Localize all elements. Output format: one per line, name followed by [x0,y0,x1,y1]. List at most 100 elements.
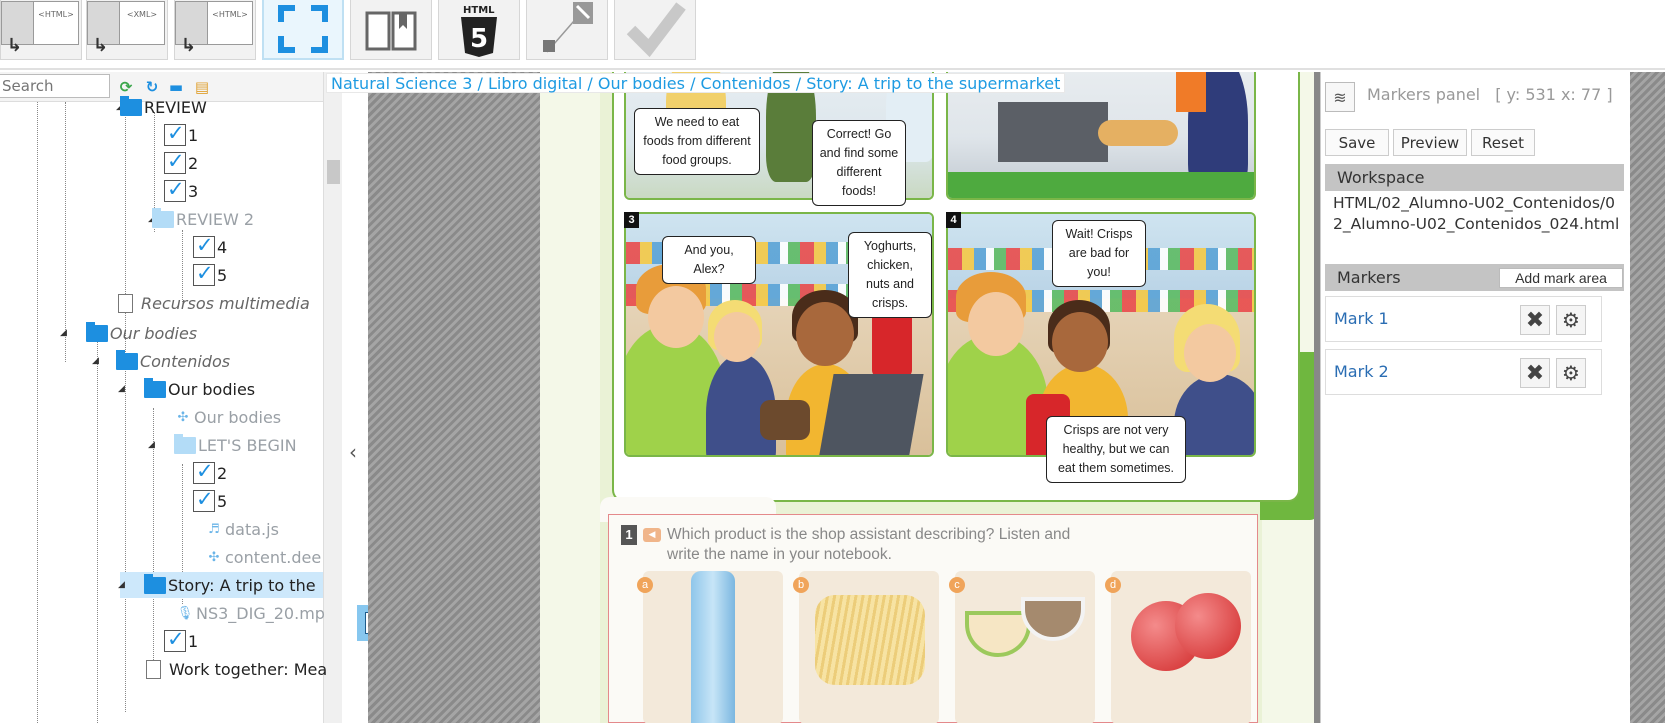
reset-button[interactable]: Reset [1471,129,1535,156]
workspace-path: HTML/02_Alumno-U02_Contenidos/02_Alumno-… [1333,194,1620,233]
html-to-html-button[interactable]: <HTML> ↳ [0,0,82,60]
tree-search-input[interactable] [0,74,110,98]
tree-item-our-bodies-module[interactable]: ✣ Our bodies [174,404,282,430]
checkbox-checked-icon [193,233,215,258]
tree-item-recursos-multimedia[interactable]: Recursos multimedia [118,290,310,316]
speech-bubble: Correct! Go and find some different food… [812,120,906,206]
water-bottle-image [691,571,735,723]
folder-icon [86,321,108,342]
tree-item-review-2[interactable]: ◢REVIEW 2 [148,206,254,232]
tree-item-audio[interactable]: 🎙 NS3_DIG_20.mp [176,600,325,626]
tree-item-2[interactable]: 2 [164,149,198,176]
layers-icon[interactable]: ≋ [1325,82,1355,112]
html-convert-button[interactable]: <HTML> ↳ [174,0,256,60]
pencil-icon [543,1,593,52]
fullscreen-icon [278,5,328,53]
cursor-coordinates: [ y: 531 x: 77 ] [1495,85,1613,104]
book-page: We need to eat foods from different food… [540,72,1314,723]
tree-item-2b[interactable]: 2 [193,459,227,486]
tree-item-1[interactable]: 1 [164,121,198,148]
checkbox-checked-icon [164,121,186,146]
xml-document-icon: <XML> ↳ [87,0,167,59]
book-view-button[interactable] [350,0,432,60]
folder-light-icon [174,433,196,454]
html5-button[interactable]: HTML 5 [438,0,520,60]
markers-panel-title: Markers panel [ y: 531 x: 77 ] [1367,85,1613,104]
markers-heading-text: Markers [1337,268,1401,287]
collapse-tree-icon[interactable]: ‹ [349,440,357,464]
validate-button[interactable] [614,0,696,60]
tree-item-content-dee[interactable]: ✣ content.dee [205,544,322,570]
tree-item-our-bodies[interactable]: ◢ Our bodies [60,320,197,346]
activity-1[interactable]: 1 ◀ Which product is the shop assistant … [608,514,1258,723]
product-option-a[interactable]: a [637,571,783,723]
html-document-icon: <HTML> ↳ [1,0,81,59]
delete-icon[interactable]: ✖ [1520,305,1550,335]
tree-scrollbar[interactable]: ▲ [323,72,342,723]
puzzle-icon: ✣ [208,549,220,565]
panel-number: 3 [624,212,639,228]
checkmark-icon [626,1,686,57]
document-icon [146,659,161,679]
svg-text:HTML: HTML [463,5,495,16]
panel-number: 4 [946,212,961,228]
tree-item-5b[interactable]: 5 [193,487,227,514]
speech-bubble: And you, Alex? [662,236,756,284]
delete-icon[interactable]: ✖ [1520,358,1550,388]
marker-row[interactable]: Mark 1 ✖ ⚙ [1325,296,1602,342]
tree-item-review[interactable]: ◢REVIEW [116,94,207,120]
panel-title-text: Markers panel [1367,85,1481,104]
add-mark-area-button[interactable]: Add mark area [1499,268,1623,288]
page-workspace: We need to eat foods from different food… [368,72,1314,723]
speech-bubble: Yoghurts, chicken, nuts and crisps. [848,232,932,318]
marker-name[interactable]: Mark 1 [1334,309,1389,328]
product-option-b[interactable]: b [793,571,939,723]
tree-item-contenidos[interactable]: ◢ Contenidos [92,348,230,374]
puzzle-icon: ✣ [177,409,189,425]
folder-light-icon [152,207,174,228]
product-option-d[interactable]: d [1105,571,1251,723]
tree-item-our-bodies-folder[interactable]: ◢ Our bodies [118,376,255,402]
fullscreen-button[interactable] [262,0,344,60]
activity-instruction: Which product is the shop assistant desc… [667,526,1071,563]
gear-icon[interactable]: ⚙ [1556,358,1586,388]
option-letter: c [949,577,965,593]
right-margin [1630,72,1665,723]
workspace-heading: Workspace [1325,164,1624,191]
book-icon [365,11,417,50]
tree-item-story-trip[interactable]: ◢ Story: A trip to the [118,572,323,598]
checkbox-checked-icon [164,627,186,652]
edit-button[interactable] [526,0,608,60]
html-convert-icon: <HTML> ↳ [175,0,255,59]
marker-row[interactable]: Mark 2 ✖ ⚙ [1325,349,1602,395]
breadcrumb[interactable]: Natural Science 3 / Libro digital / Our … [326,73,1066,93]
tree-item-3[interactable]: 3 [164,177,198,204]
tree-item-data-js[interactable]: ♬ data.js [205,516,279,542]
content-tree-panel: ⟳ ↻ ▬ ▤ ▲ ◢REVIEW 1 2 3 ◢REVIEW 2 4 5 Re… [0,72,342,723]
checkbox-checked-icon [164,177,186,202]
tree-item-5[interactable]: 5 [193,261,227,288]
folder-icon [144,377,166,398]
xml-to-html-button[interactable]: <XML> ↳ [86,0,168,60]
preview-button[interactable]: Preview [1393,129,1467,156]
tree-item-4[interactable]: 4 [193,233,227,260]
speech-bubble: Wait! Crisps are bad for you! [1052,220,1146,287]
marker-name[interactable]: Mark 2 [1334,362,1389,381]
checkbox-checked-icon [193,459,215,484]
save-button[interactable]: Save [1325,129,1389,156]
speech-bubble: We need to eat foods from different food… [634,108,760,175]
option-letter: a [637,577,653,593]
gear-icon[interactable]: ⚙ [1556,305,1586,335]
checkbox-checked-icon [193,487,215,512]
pasta-image [815,595,925,685]
document-icon [118,293,133,313]
nuts-bowls-image [965,611,1031,657]
tree-item-1b[interactable]: 1 [164,627,198,654]
svg-text:5: 5 [470,24,488,54]
tree-item-lets-begin[interactable]: ◢ LET'S BEGIN [148,432,297,458]
audio-speaker-icon[interactable]: ◀ [643,528,661,542]
tree-item-work-together[interactable]: Work together: Mea [146,656,327,682]
product-option-c[interactable]: c [949,571,1095,723]
folder-icon [116,349,138,370]
tree-scroll-thumb[interactable] [327,160,340,184]
